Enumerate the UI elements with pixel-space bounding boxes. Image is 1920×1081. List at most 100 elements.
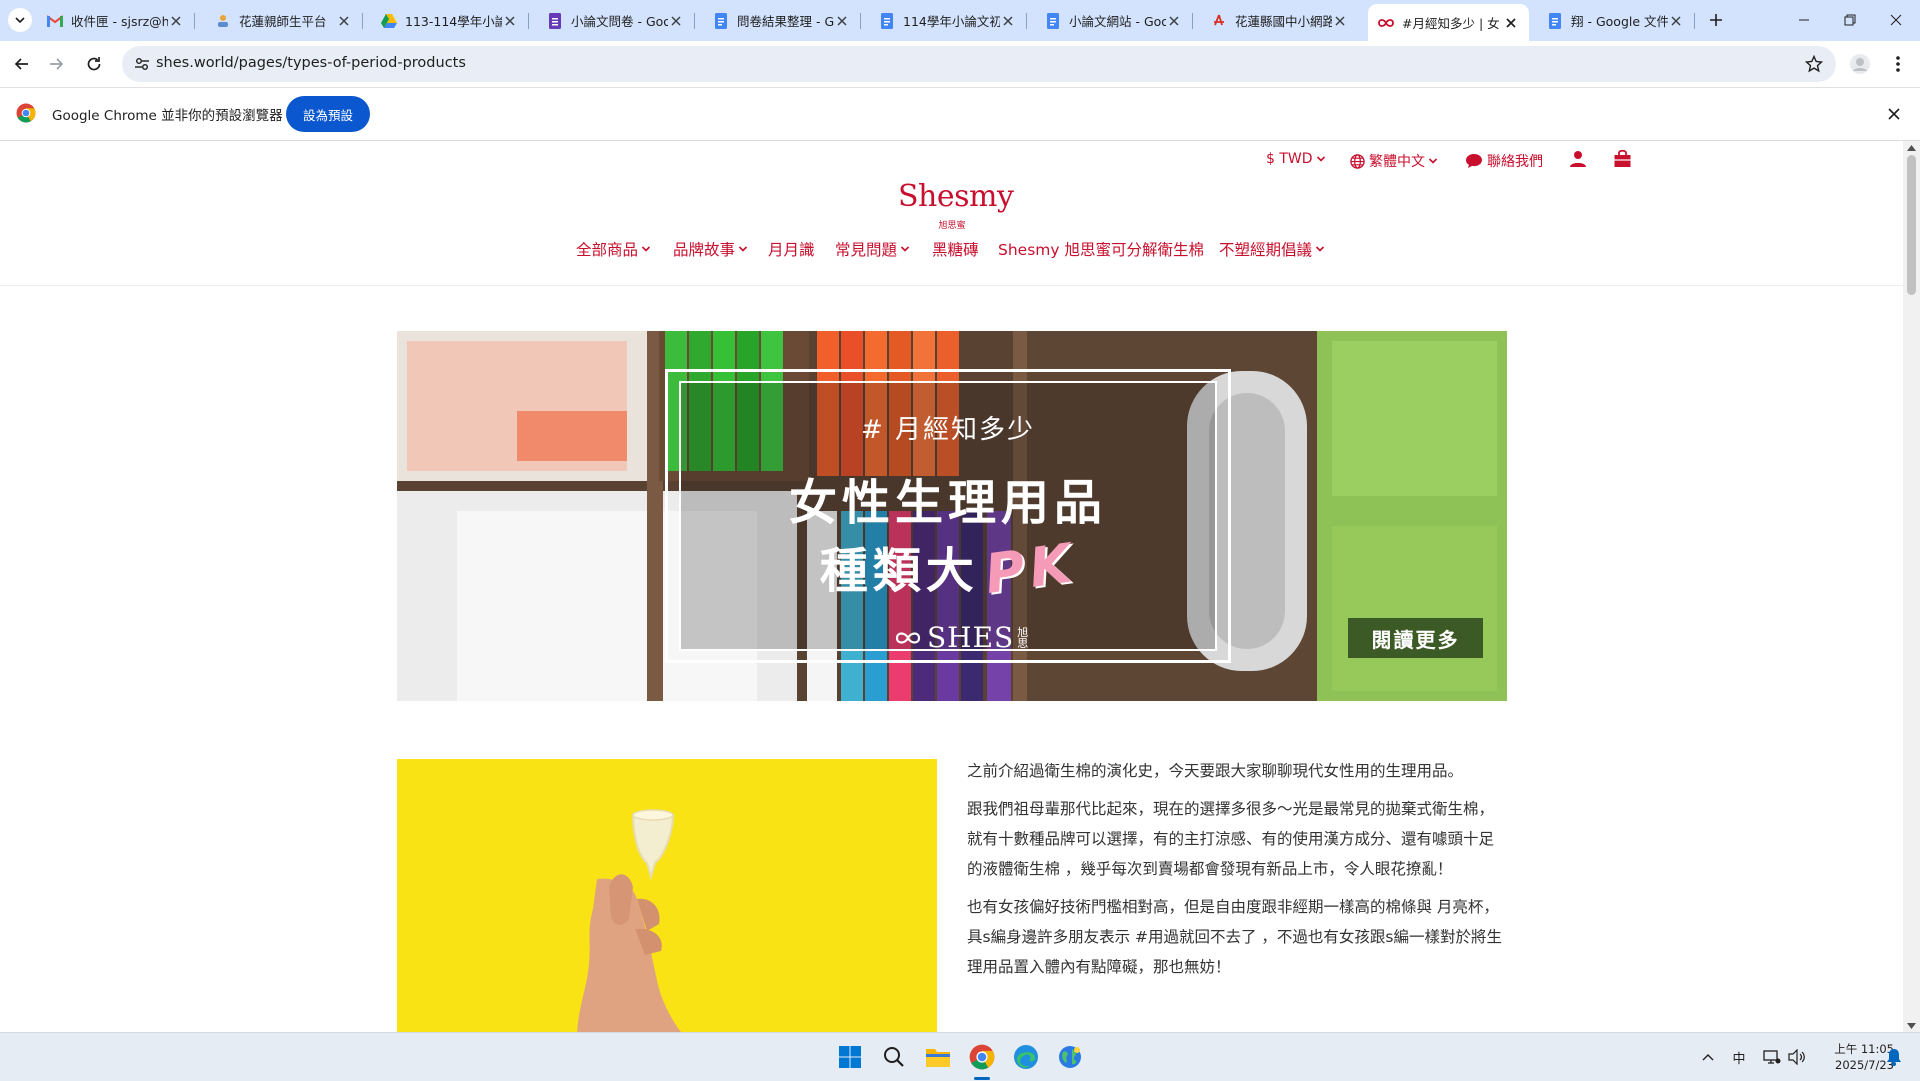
tab-separator	[1026, 13, 1027, 29]
bookmark-star-icon[interactable]	[1804, 54, 1824, 74]
scrollbar-thumb[interactable]	[1907, 155, 1916, 295]
language-label: 繁體中文	[1369, 154, 1425, 170]
nav-label: 不塑經期倡議	[1219, 241, 1313, 259]
tab-title: 小論文網站 - Goo	[1069, 14, 1166, 29]
reload-button[interactable]	[78, 48, 110, 80]
menu-button[interactable]	[1882, 48, 1914, 80]
more-vert-icon	[1896, 56, 1900, 72]
nav-brand-story[interactable]: 品牌故事	[673, 237, 748, 261]
cart-button[interactable]	[1613, 149, 1636, 168]
shes-infinity-icon	[1378, 15, 1394, 31]
tab-search-button[interactable]	[8, 8, 32, 32]
tab-google-docs-website[interactable]: 小論文網站 - Goo	[1035, 6, 1193, 35]
system-clock[interactable]: 上午 11:05 2025/7/23	[1808, 1041, 1894, 1073]
infinity-icon	[895, 631, 921, 645]
close-tab-icon[interactable]	[1000, 13, 1016, 29]
tab-title: 花蓮親師生平台	[239, 14, 327, 29]
back-button[interactable]	[6, 48, 38, 80]
tab-strip: 收件匣 - sjsrz@hl 花蓮親師生平台 113-114學年小論 小論文問卷…	[0, 0, 1920, 41]
currency-selector[interactable]: $ TWD	[1266, 151, 1330, 167]
chevron-down-icon	[738, 244, 748, 254]
default-browser-infobar: Google Chrome 並非你的預設瀏覽器 設為預設	[0, 88, 1920, 141]
close-tab-icon[interactable]	[668, 13, 684, 29]
nav-all-products[interactable]: 全部商品	[576, 237, 651, 261]
page-scrollbar[interactable]	[1903, 141, 1920, 1032]
windows-taskbar: 中 上午 11:05 2025/7/23	[0, 1032, 1920, 1081]
tab-title: 113-114學年小論	[405, 14, 502, 29]
site-settings-icon[interactable]	[132, 54, 152, 74]
tab-google-docs-xiang[interactable]: 翔 - Google 文件	[1537, 6, 1695, 35]
tab-separator	[860, 13, 861, 29]
volume-icon[interactable]	[1787, 1047, 1807, 1067]
contact-us-link[interactable]: 聯絡我們	[1465, 151, 1543, 171]
profile-button[interactable]	[1844, 48, 1876, 80]
windows-logo-icon	[839, 1046, 861, 1068]
address-bar[interactable]: shes.world/pages/types-of-period-product…	[122, 46, 1836, 82]
forward-button[interactable]	[40, 48, 72, 80]
close-tab-icon[interactable]	[1503, 15, 1519, 31]
site-logo[interactable]: Shesmy	[898, 179, 1014, 214]
google-docs-icon	[1547, 12, 1563, 29]
tab-title: 小論文問卷 - Goo	[571, 14, 668, 29]
edge-taskbar-button[interactable]	[1010, 1041, 1042, 1073]
banner-title-line2-text: 種類大	[819, 543, 979, 599]
tab-google-docs-114[interactable]: 114學年小論文初	[869, 6, 1027, 35]
tab-google-drive[interactable]: 113-114學年小論	[371, 6, 529, 35]
nav-label: 黑糖磚	[932, 241, 979, 259]
set-default-button[interactable]: 設為預設	[286, 96, 370, 132]
hero-banner[interactable]: # 月經知多少 女性生理用品 種類大PK SHES 旭思 閱讀更多	[397, 331, 1507, 701]
restore-button[interactable]	[1827, 0, 1873, 40]
close-tab-icon[interactable]	[168, 13, 184, 29]
chrome-taskbar-button[interactable]	[966, 1041, 998, 1073]
close-tab-icon[interactable]	[1332, 13, 1348, 29]
tab-separator	[1192, 13, 1193, 29]
tab-title: 114學年小論文初	[903, 14, 1000, 29]
taskbar-search-button[interactable]	[878, 1041, 910, 1073]
globe-app-taskbar-button[interactable]	[1054, 1041, 1086, 1073]
user-icon	[1569, 150, 1587, 168]
tab-title: #月經知多少 | 女	[1402, 16, 1500, 31]
banner-title-line2: 種類大PK	[665, 531, 1231, 606]
close-tab-icon[interactable]	[834, 13, 850, 29]
scroll-up-arrow-icon[interactable]	[1907, 143, 1916, 152]
close-tab-icon[interactable]	[502, 13, 518, 29]
start-button[interactable]	[834, 1041, 866, 1073]
tab-gmail[interactable]: 收件匣 - sjsrz@hl	[37, 6, 195, 35]
tab-google-docs-results[interactable]: 問卷結果整理 - G	[703, 6, 861, 35]
nav-faq[interactable]: 常見問題	[835, 237, 910, 261]
notification-bell-icon[interactable]	[1884, 1047, 1904, 1067]
reload-icon	[87, 57, 101, 71]
article-paragraph: 跟我們祖母輩那代比起來，現在的選擇多很多～光是最常見的拋棄式衛生棉，就有十數種品…	[967, 800, 1495, 878]
tab-teacher-platform[interactable]: 花蓮親師生平台	[205, 6, 363, 35]
tab-title: 收件匣 - sjsrz@hl	[71, 14, 168, 29]
network-icon[interactable]	[1762, 1047, 1782, 1067]
tab-shes-active[interactable]: #月經知多少 | 女	[1368, 4, 1529, 41]
tray-overflow-chevron-up-icon[interactable]	[1698, 1047, 1718, 1067]
tab-pdf[interactable]: 花蓮縣國中小網路	[1201, 6, 1358, 35]
tab-google-forms[interactable]: 小論文問卷 - Goo	[537, 6, 695, 35]
close-tab-icon[interactable]	[336, 13, 352, 29]
ime-indicator[interactable]: 中	[1729, 1047, 1749, 1067]
nav-shesmy-pads[interactable]: Shesmy 旭思蜜可分解衛生棉	[998, 237, 1204, 261]
close-icon[interactable]	[1884, 104, 1904, 124]
close-tab-icon[interactable]	[1668, 13, 1684, 29]
close-window-button[interactable]	[1873, 0, 1919, 40]
nav-label: 全部商品	[576, 241, 639, 259]
minimize-button[interactable]	[1781, 0, 1827, 40]
tab-separator	[194, 13, 195, 29]
read-more-button[interactable]: 閱讀更多	[1348, 618, 1483, 658]
nav-brown-sugar[interactable]: 黑糖磚	[932, 237, 979, 261]
banner-title-line1: 女性生理用品	[788, 475, 1107, 531]
banner-brand-text: SHES	[927, 621, 1015, 654]
scroll-down-arrow-icon[interactable]	[1907, 1021, 1916, 1030]
nav-plastic-free[interactable]: 不塑經期倡議	[1219, 237, 1325, 261]
new-tab-button[interactable]	[1704, 8, 1728, 32]
language-selector[interactable]: 繁體中文	[1350, 151, 1442, 171]
close-icon	[1890, 14, 1902, 26]
nav-monthly[interactable]: 月月識	[768, 237, 815, 261]
gmail-icon	[47, 13, 63, 29]
url-text[interactable]: shes.world/pages/types-of-period-product…	[156, 55, 466, 71]
close-tab-icon[interactable]	[1166, 13, 1182, 29]
account-button[interactable]	[1569, 150, 1591, 168]
file-explorer-button[interactable]	[922, 1041, 954, 1073]
